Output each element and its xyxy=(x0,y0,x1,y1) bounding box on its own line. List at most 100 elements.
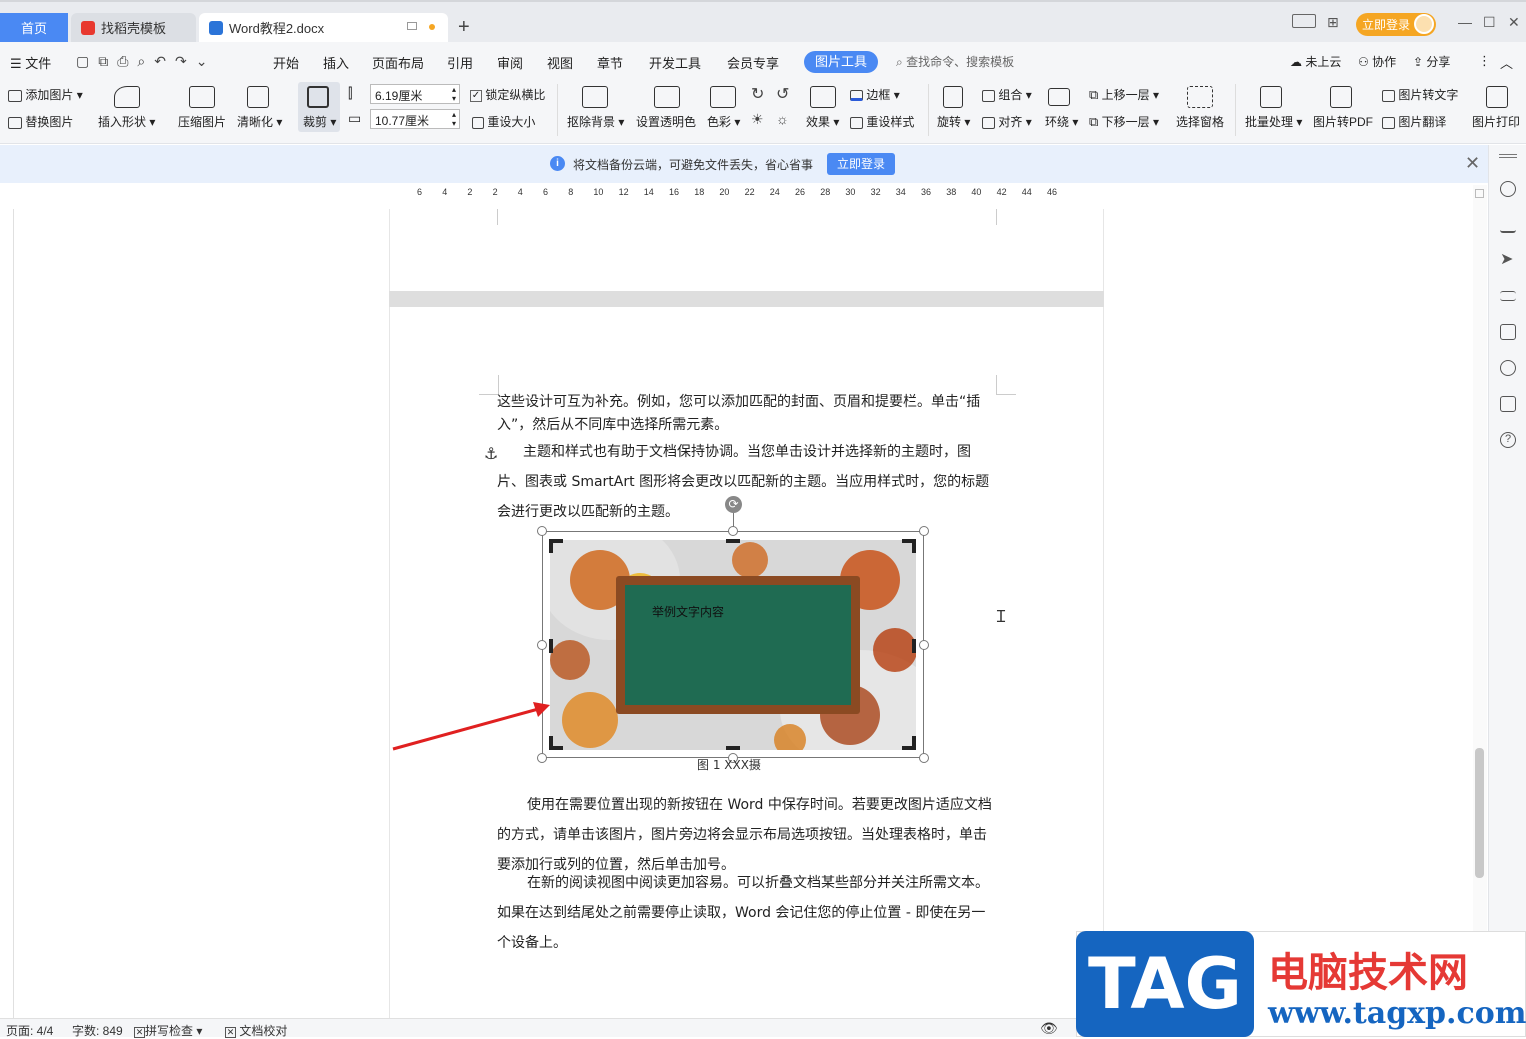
paragraph-3[interactable]: 使用在需要位置出现的新按钮在 Word 中保存时间。若要更改图片适应文档的方式，… xyxy=(497,790,997,880)
location-icon[interactable] xyxy=(1500,360,1516,376)
menu-review[interactable]: 审阅 xyxy=(497,53,523,72)
set-transparent-button[interactable]: 设置透明色 xyxy=(636,113,696,130)
resize-handle-left[interactable] xyxy=(537,640,547,650)
height-input[interactable]: 6.19厘米 ▴ ▾ xyxy=(370,84,460,104)
add-picture-button[interactable]: 添加图片 ▾ xyxy=(8,86,83,103)
crop-handle[interactable] xyxy=(726,539,740,543)
menu-insert[interactable]: 插入 xyxy=(323,53,349,72)
brightness-icon[interactable]: ☀ xyxy=(751,111,764,128)
spell-check-button[interactable]: ✕ 拼写检查 ▾ xyxy=(134,1022,202,1039)
crop-handle[interactable] xyxy=(549,539,553,553)
resize-handle-tl[interactable] xyxy=(537,526,547,536)
width-input[interactable]: 10.77厘米 ▴ ▾ xyxy=(370,109,460,129)
notice-login-button[interactable]: 立即登录 xyxy=(827,153,895,175)
picture[interactable]: 举例文字内容 xyxy=(550,540,916,750)
eye-icon[interactable]: 👁 xyxy=(1040,1020,1058,1037)
resize-handle-tr[interactable] xyxy=(919,526,929,536)
page-count[interactable]: 页面: 4/4 xyxy=(6,1022,53,1039)
menu-start[interactable]: 开始 xyxy=(273,53,299,72)
send-backward-button[interactable]: ⧉ 下移一层 ▾ xyxy=(1089,113,1159,130)
close-window-icon[interactable]: ✕ xyxy=(1508,14,1520,31)
rotate-right-icon[interactable]: ↺ xyxy=(776,84,789,104)
bring-forward-button[interactable]: ⧉ 上移一层 ▾ xyxy=(1089,86,1159,103)
menu-references[interactable]: 引用 xyxy=(447,53,473,72)
color-button[interactable]: 色彩 ▾ xyxy=(707,113,740,130)
rotate-button[interactable]: 旋转 ▾ xyxy=(937,113,970,130)
crop-handle[interactable] xyxy=(912,736,916,750)
new-tab-button[interactable]: + xyxy=(458,16,470,39)
crop-handle[interactable] xyxy=(912,639,916,653)
layout-icon[interactable] xyxy=(1292,14,1316,28)
lock-ratio-checkbox[interactable]: ✓ 锁定纵横比 xyxy=(470,86,545,103)
collab-button[interactable]: ⚇ 协作 xyxy=(1358,53,1396,70)
paragraph-1[interactable]: 这些设计可互为补充。例如，您可以添加匹配的封面、页眉和提要栏。单击“插入”，然后… xyxy=(497,391,997,437)
reset-style-button[interactable]: 重设样式 xyxy=(850,113,914,130)
wrap-button[interactable]: 环绕 ▾ xyxy=(1045,113,1078,130)
scroll-up-icon[interactable] xyxy=(1475,189,1484,198)
tab-document[interactable]: Word教程2.docx xyxy=(199,13,448,42)
width-spinner-icon[interactable]: ▴ ▾ xyxy=(452,110,456,128)
close-icon[interactable]: ✕ xyxy=(1465,153,1480,174)
word-count[interactable]: 字数: 849 xyxy=(72,1022,123,1039)
resize-handle-right[interactable] xyxy=(919,640,929,650)
pointer-icon[interactable]: ➤ xyxy=(1500,252,1516,268)
rotate-left-icon[interactable]: ↻ xyxy=(751,84,764,104)
to-pdf-button[interactable]: 图片转PDF xyxy=(1313,113,1373,130)
resize-handle-top[interactable] xyxy=(728,526,738,536)
sidebar-handle-icon[interactable] xyxy=(1499,154,1517,158)
print-button[interactable]: 图片打印 xyxy=(1472,113,1520,130)
sharpen-button[interactable]: 清晰化 ▾ xyxy=(237,113,282,130)
book-icon[interactable] xyxy=(1500,396,1516,412)
insert-shape-button[interactable]: 插入形状 ▾ xyxy=(98,113,155,130)
translate-button[interactable]: 图片翻译 xyxy=(1382,113,1446,130)
figure-caption[interactable]: 图 1 XXX摄 xyxy=(697,756,761,773)
selection-pane-button[interactable]: 选择窗格 xyxy=(1176,113,1224,130)
search-input[interactable]: ⌕ 查找命令、搜索模板 xyxy=(896,53,1014,70)
tab-template[interactable]: 找稻壳模板 xyxy=(71,13,196,42)
contrast-icon[interactable]: ☼ xyxy=(776,111,789,127)
group-button[interactable]: 组合 ▾ xyxy=(982,86,1032,103)
menu-developer[interactable]: 开发工具 xyxy=(649,53,701,72)
cloud-status[interactable]: ☁ 未上云 xyxy=(1290,53,1341,70)
menu-chapter[interactable]: 章节 xyxy=(597,53,623,72)
tab-home[interactable]: 首页 xyxy=(0,13,68,42)
batch-button[interactable]: 批量处理 ▾ xyxy=(1245,113,1302,130)
resize-handle-br[interactable] xyxy=(919,753,929,763)
replace-picture-button[interactable]: 替换图片 xyxy=(8,113,73,130)
height-spinner-icon[interactable]: ▴ ▾ xyxy=(452,85,456,103)
apps-grid-icon[interactable]: ⊞ xyxy=(1327,14,1339,31)
minimize-icon[interactable]: — xyxy=(1458,14,1472,30)
paragraph-4[interactable]: 在新的阅读视图中阅读更加容易。可以折叠文档某些部分并关注所需文本。如果在达到结尾… xyxy=(497,868,997,958)
crop-handle[interactable] xyxy=(726,746,740,750)
horizontal-ruler[interactable]: 6 4 2 2 4 6 8 10 12 14 16 18 20 22 24 26 28 30 32 34 36 38 40 4… xyxy=(0,183,1488,209)
avatar[interactable] xyxy=(1414,14,1434,34)
vertical-ruler[interactable] xyxy=(0,209,14,1018)
scrollbar-thumb[interactable] xyxy=(1475,748,1484,878)
menu-file[interactable]: ☰ 文件 xyxy=(10,53,51,72)
help-icon[interactable]: ? xyxy=(1500,432,1516,448)
display-icon[interactable] xyxy=(407,22,417,30)
quick-access-toolbar[interactable]: ▢⧉⎙⌕↶↷⌄ xyxy=(76,53,216,70)
share-button[interactable]: ⇪ 分享 xyxy=(1413,53,1450,70)
border-button[interactable]: 边框 ▾ xyxy=(850,86,900,103)
paragraph-2[interactable]: 主题和样式也有助于文档保持协调。当您单击设计并选择新的主题时，图片、图表或 Sm… xyxy=(497,437,997,527)
to-text-button[interactable]: 图片转文字 xyxy=(1382,86,1458,103)
maximize-icon[interactable]: ☐ xyxy=(1483,14,1496,31)
menu-member[interactable]: 会员专享 xyxy=(727,53,779,72)
rocket-icon[interactable] xyxy=(1500,181,1516,197)
proofread-button[interactable]: ✕ 文档校对 xyxy=(225,1022,287,1039)
menu-view[interactable]: 视图 xyxy=(547,53,573,72)
crop-handle[interactable] xyxy=(912,539,916,553)
remove-background-button[interactable]: 抠除背景 ▾ xyxy=(567,113,624,130)
rotate-handle-icon[interactable]: ⟳ xyxy=(725,496,742,513)
menu-picture-tools[interactable]: 图片工具 xyxy=(804,51,878,73)
pen-icon[interactable] xyxy=(1500,217,1516,233)
crop-handle[interactable] xyxy=(549,639,553,653)
effect-button[interactable]: 效果 ▾ xyxy=(806,113,839,130)
vertical-scrollbar[interactable] xyxy=(1473,185,1487,1018)
reset-size-button[interactable]: 重设大小 xyxy=(472,113,535,130)
image-edit-icon[interactable] xyxy=(1500,324,1516,340)
crop-button[interactable]: 裁剪 ▾ xyxy=(298,82,340,132)
adjust-icon[interactable] xyxy=(1500,291,1516,301)
collapse-ribbon-icon[interactable]: ︿ xyxy=(1500,53,1513,72)
